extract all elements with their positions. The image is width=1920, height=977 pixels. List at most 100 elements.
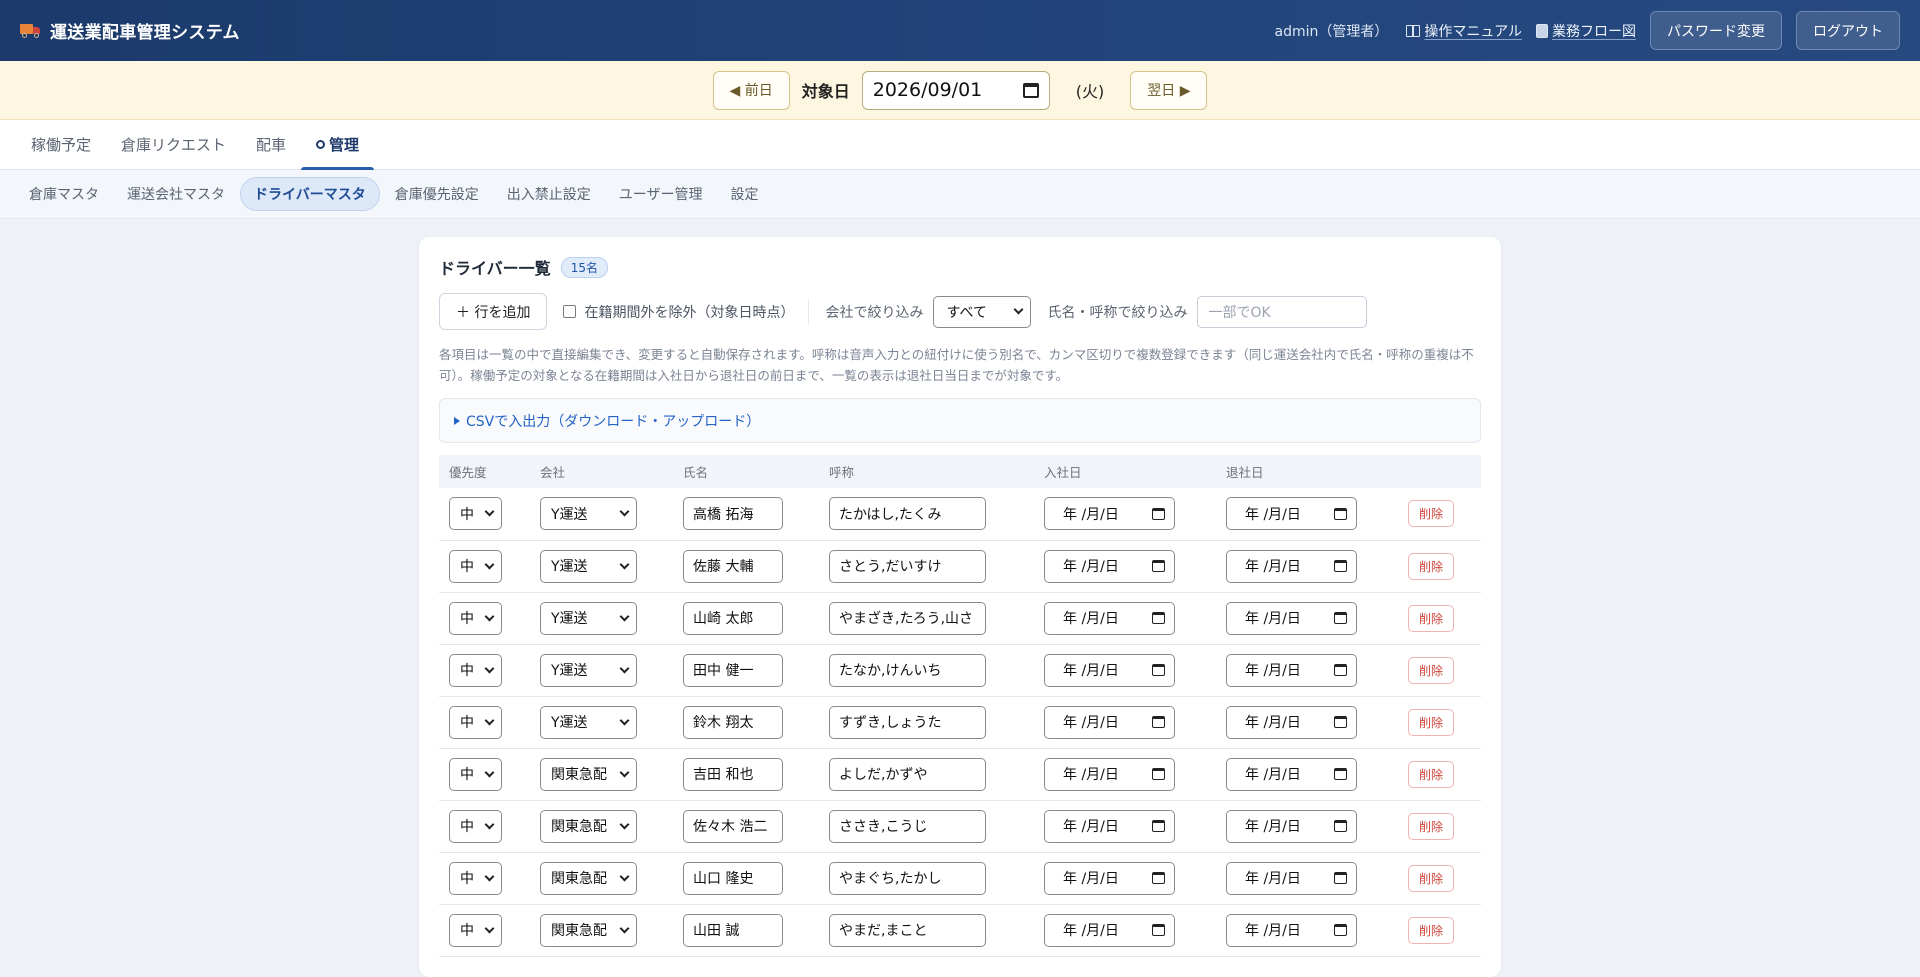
calendar-icon[interactable] <box>1334 612 1347 624</box>
calendar-icon[interactable] <box>1022 82 1039 98</box>
subtab-warehouse-master[interactable]: 倉庫マスタ <box>16 177 112 211</box>
alias-input[interactable]: やまざき,たろう,山さ <box>829 601 986 635</box>
driver-name-input[interactable]: 山口 隆史 <box>683 861 783 895</box>
leave-date-input[interactable]: 年 /月/日 <box>1226 705 1357 739</box>
delete-row-button[interactable]: 削除 <box>1408 500 1455 528</box>
calendar-icon[interactable] <box>1152 507 1165 520</box>
priority-select[interactable]: 中 <box>449 913 502 947</box>
tab-warehouse-request[interactable]: 倉庫リクエスト <box>106 119 241 169</box>
join-date-input[interactable]: 年 /月/日 <box>1044 809 1175 843</box>
company-select[interactable]: 関東急配 <box>540 913 637 947</box>
calendar-icon[interactable] <box>1152 924 1165 936</box>
leave-date-input[interactable]: 年 /月/日 <box>1226 601 1357 635</box>
alias-input[interactable]: ささき,こうじ <box>829 809 986 843</box>
driver-name-input[interactable]: 鈴木 翔太 <box>683 705 783 739</box>
company-select[interactable]: Y運送 <box>540 705 637 739</box>
delete-row-button[interactable]: 削除 <box>1408 812 1455 840</box>
alias-input[interactable]: さとう,だいすけ <box>829 549 986 583</box>
calendar-icon[interactable] <box>1334 820 1347 832</box>
company-select[interactable]: Y運送 <box>540 653 637 687</box>
alias-input[interactable]: たなか,けんいち <box>829 653 986 687</box>
delete-row-button[interactable]: 削除 <box>1408 656 1455 684</box>
company-select[interactable]: 関東急配 <box>540 809 637 843</box>
join-date-input[interactable]: 年 /月/日 <box>1044 913 1175 947</box>
driver-name-input[interactable]: 山崎 太郎 <box>683 601 783 635</box>
leave-date-input[interactable]: 年 /月/日 <box>1226 757 1357 791</box>
delete-row-button[interactable]: 削除 <box>1408 864 1455 892</box>
calendar-icon[interactable] <box>1152 560 1165 572</box>
driver-name-input[interactable]: 佐藤 大輔 <box>683 549 783 583</box>
company-select[interactable]: Y運送 <box>540 549 637 583</box>
alias-input[interactable]: やまぐち,たかし <box>829 861 986 895</box>
priority-select[interactable]: 中 <box>449 861 502 895</box>
join-date-input[interactable]: 年 /月/日 <box>1044 601 1175 635</box>
exclude-out-of-period-toggle[interactable]: 在籍期間外を除外（対象日時点） <box>563 298 810 325</box>
exclude-checkbox[interactable] <box>563 305 577 318</box>
alias-input[interactable]: よしだ,かずや <box>829 757 986 791</box>
priority-select[interactable]: 中 <box>449 653 502 687</box>
calendar-icon[interactable] <box>1334 872 1347 884</box>
name-filter-input[interactable]: 一部でOK <box>1197 295 1368 328</box>
tab-schedule[interactable]: 稼働予定 <box>16 119 106 169</box>
calendar-icon[interactable] <box>1152 872 1165 884</box>
join-date-input[interactable]: 年 /月/日 <box>1044 653 1175 687</box>
calendar-icon[interactable] <box>1152 768 1165 780</box>
target-date-input[interactable]: 2026/09/01 <box>861 70 1050 110</box>
change-password-button[interactable]: パスワード変更 <box>1650 11 1782 50</box>
add-row-button[interactable]: ＋ 行を追加 <box>439 293 548 330</box>
join-date-input[interactable]: 年 /月/日 <box>1044 861 1175 895</box>
priority-select[interactable]: 中 <box>449 757 502 791</box>
driver-name-input[interactable]: 山田 誠 <box>683 913 783 947</box>
calendar-icon[interactable] <box>1152 664 1165 676</box>
subtab-user-management[interactable]: ユーザー管理 <box>606 177 716 211</box>
company-filter-select[interactable]: すべて <box>933 295 1032 328</box>
driver-name-input[interactable]: 吉田 和也 <box>683 757 783 791</box>
calendar-icon[interactable] <box>1334 507 1347 520</box>
alias-input[interactable]: たかはし,たくみ <box>829 497 986 531</box>
company-select[interactable]: 関東急配 <box>540 757 637 791</box>
delete-row-button[interactable]: 削除 <box>1408 708 1455 736</box>
leave-date-input[interactable]: 年 /月/日 <box>1226 549 1357 583</box>
priority-select[interactable]: 中 <box>449 809 502 843</box>
leave-date-input[interactable]: 年 /月/日 <box>1226 861 1357 895</box>
driver-name-input[interactable]: 佐々木 浩二 <box>683 809 783 843</box>
calendar-icon[interactable] <box>1152 612 1165 624</box>
delete-row-button[interactable]: 削除 <box>1408 552 1455 580</box>
calendar-icon[interactable] <box>1152 716 1165 728</box>
calendar-icon[interactable] <box>1334 768 1347 780</box>
subtab-carrier-master[interactable]: 運送会社マスタ <box>114 177 238 211</box>
subtab-warehouse-priority[interactable]: 倉庫優先設定 <box>382 177 492 211</box>
tab-admin[interactable]: 管理 <box>301 119 375 170</box>
delete-row-button[interactable]: 削除 <box>1408 916 1455 944</box>
leave-date-input[interactable]: 年 /月/日 <box>1226 497 1357 531</box>
priority-select[interactable]: 中 <box>449 497 502 531</box>
alias-input[interactable]: やまだ,まこと <box>829 913 986 947</box>
calendar-icon[interactable] <box>1334 924 1347 936</box>
driver-name-input[interactable]: 田中 健一 <box>683 653 783 687</box>
calendar-icon[interactable] <box>1334 664 1347 676</box>
delete-row-button[interactable]: 削除 <box>1408 760 1455 788</box>
delete-row-button[interactable]: 削除 <box>1408 604 1455 632</box>
leave-date-input[interactable]: 年 /月/日 <box>1226 809 1357 843</box>
calendar-icon[interactable] <box>1334 716 1347 728</box>
calendar-icon[interactable] <box>1334 560 1347 572</box>
calendar-icon[interactable] <box>1152 820 1165 832</box>
company-select[interactable]: Y運送 <box>540 497 637 531</box>
leave-date-input[interactable]: 年 /月/日 <box>1226 913 1357 947</box>
join-date-input[interactable]: 年 /月/日 <box>1044 757 1175 791</box>
company-select[interactable]: 関東急配 <box>540 861 637 895</box>
csv-toggle[interactable]: CSVで入出力（ダウンロード・アップロード） <box>439 398 1481 443</box>
logout-button[interactable]: ログアウト <box>1796 11 1900 50</box>
alias-input[interactable]: すずき,しょうた <box>829 705 986 739</box>
subtab-driver-master[interactable]: ドライバーマスタ <box>240 177 380 211</box>
join-date-input[interactable]: 年 /月/日 <box>1044 705 1175 739</box>
join-date-input[interactable]: 年 /月/日 <box>1044 549 1175 583</box>
subtab-access-ban[interactable]: 出入禁止設定 <box>494 177 604 211</box>
company-select[interactable]: Y運送 <box>540 601 637 635</box>
tab-dispatch[interactable]: 配車 <box>241 119 301 169</box>
next-day-button[interactable]: 翌日 ▶ <box>1130 70 1208 110</box>
prev-day-button[interactable]: ◀ 前日 <box>712 70 790 110</box>
priority-select[interactable]: 中 <box>449 705 502 739</box>
subtab-settings[interactable]: 設定 <box>717 177 771 211</box>
priority-select[interactable]: 中 <box>449 549 502 583</box>
